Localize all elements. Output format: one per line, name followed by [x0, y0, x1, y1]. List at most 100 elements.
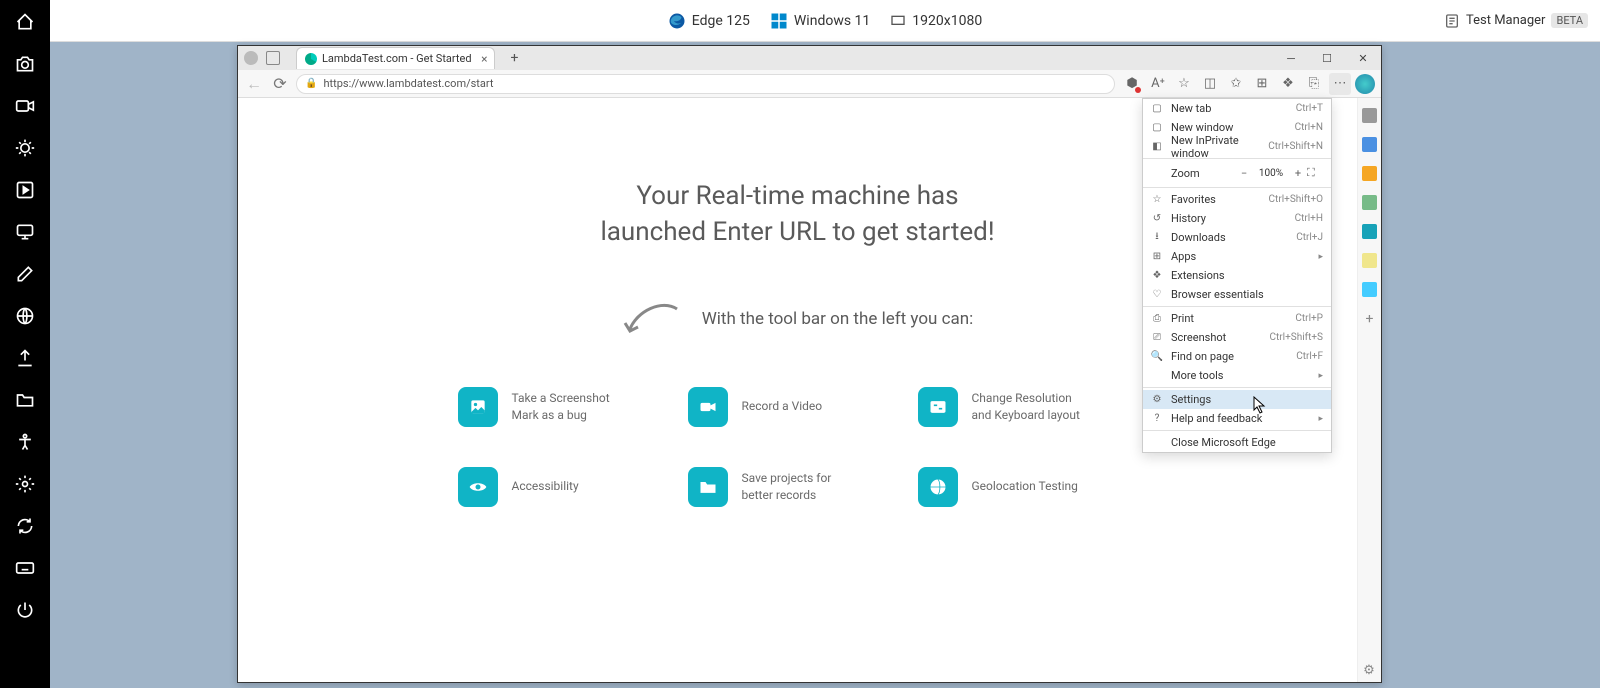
edge-sidebar: + — [1357, 98, 1381, 682]
feature-accessibility: Accessibility — [458, 467, 678, 507]
copilot-icon[interactable] — [1355, 74, 1375, 94]
edge-settings-menu: ▢New tabCtrl+T ▢New windowCtrl+N ◧New In… — [1142, 98, 1332, 453]
feature-save: Save projects forbetter records — [688, 467, 908, 507]
zoom-value: 100% — [1253, 168, 1289, 179]
gear-icon[interactable] — [13, 472, 37, 496]
home-icon[interactable] — [13, 10, 37, 34]
back-button[interactable]: ← — [244, 74, 264, 94]
menu-screenshot[interactable]: ⎚ScreenshotCtrl+Shift+S — [1143, 328, 1331, 347]
power-icon[interactable] — [13, 598, 37, 622]
menu-find[interactable]: 🔍Find on pageCtrl+F — [1143, 347, 1331, 366]
browser-titlebar: LambdaTest.com - Get Started × + ─ ☐ ✕ — [238, 46, 1381, 70]
curved-arrow-icon — [622, 301, 682, 337]
tab-favicon — [305, 53, 317, 65]
menu-print[interactable]: ⎙PrintCtrl+P — [1143, 309, 1331, 328]
feature-geolocation: Geolocation Testing — [918, 467, 1138, 507]
zoom-in-button[interactable]: + — [1289, 167, 1307, 180]
edge-icon — [668, 12, 686, 30]
wallet-icon[interactable]: ⬢ — [1121, 73, 1143, 95]
sidebar-people-icon[interactable] — [1362, 195, 1377, 210]
favorite-star-icon[interactable]: ☆ — [1173, 73, 1195, 95]
sidebar-settings-icon[interactable]: ⚙ — [1361, 662, 1377, 678]
remote-desktop: LambdaTest.com - Get Started × + ─ ☐ ✕ ←… — [50, 42, 1600, 688]
split-screen-icon[interactable]: ◫ — [1199, 73, 1221, 95]
window-minimize-button[interactable]: ─ — [1273, 46, 1309, 70]
tab-actions-icon[interactable] — [266, 51, 280, 65]
test-manager-icon — [1444, 13, 1460, 29]
zoom-out-button[interactable]: − — [1235, 167, 1253, 180]
browser-info: Edge 125 — [668, 12, 750, 30]
sidebar-search-icon[interactable] — [1362, 108, 1377, 123]
tab-title: LambdaTest.com - Get Started — [322, 52, 472, 65]
camera-icon[interactable] — [13, 52, 37, 76]
more-menu-button[interactable]: ⋯ — [1329, 73, 1351, 95]
sidebar-shopping-icon[interactable] — [1362, 137, 1377, 152]
favorites-icon[interactable]: ✩ — [1225, 73, 1247, 95]
globe-feature-icon — [918, 467, 958, 507]
new-tab-button[interactable]: + — [511, 50, 519, 66]
os-info: Windows 11 — [770, 12, 870, 30]
extensions-icon[interactable]: ❖ — [1277, 73, 1299, 95]
sidebar-tools-icon[interactable] — [1362, 166, 1377, 181]
link-icon[interactable]: ⎘ — [1303, 73, 1325, 95]
feature-resolution: Change Resolutionand Keyboard layout — [918, 387, 1138, 427]
bug-icon[interactable] — [13, 136, 37, 160]
zoom-label: Zoom — [1171, 167, 1235, 180]
resolution-feature-icon — [918, 387, 958, 427]
menu-settings[interactable]: ⚙Settings — [1143, 390, 1331, 409]
lock-icon: 🔒 — [305, 78, 317, 89]
menu-apps[interactable]: ⊞Apps▸ — [1143, 247, 1331, 266]
page-content: Your Real-time machine has launched Ente… — [238, 98, 1357, 682]
feature-record: Record a Video — [688, 387, 908, 427]
folder-icon[interactable] — [13, 388, 37, 412]
menu-new-tab[interactable]: ▢New tabCtrl+T — [1143, 99, 1331, 118]
menu-history[interactable]: ↺HistoryCtrl+H — [1143, 209, 1331, 228]
upload-icon[interactable] — [13, 346, 37, 370]
folder-feature-icon — [688, 467, 728, 507]
sidebar-add-icon[interactable]: + — [1362, 311, 1377, 326]
screen-share-icon[interactable] — [13, 220, 37, 244]
play-square-icon[interactable] — [13, 178, 37, 202]
menu-extensions[interactable]: ❖Extensions — [1143, 266, 1331, 285]
browser-name: Edge 125 — [692, 13, 750, 29]
read-aloud-icon[interactable]: A⁺ — [1147, 73, 1169, 95]
sidebar-games-icon[interactable] — [1362, 282, 1377, 297]
os-name: Windows 11 — [794, 13, 870, 29]
menu-downloads[interactable]: ⭳DownloadsCtrl+J — [1143, 228, 1331, 247]
accessibility-icon[interactable] — [13, 430, 37, 454]
edge-browser-window: LambdaTest.com - Get Started × + ─ ☐ ✕ ←… — [237, 45, 1382, 683]
menu-essentials[interactable]: ♡Browser essentials — [1143, 285, 1331, 304]
keyboard-icon[interactable] — [13, 556, 37, 580]
refresh-button[interactable]: ⟳ — [270, 74, 290, 94]
sync-icon[interactable] — [13, 514, 37, 538]
screenshot-feature-icon — [458, 387, 498, 427]
menu-close-edge[interactable]: Close Microsoft Edge — [1143, 433, 1331, 452]
url-text: https://www.lambdatest.com/start — [323, 77, 493, 90]
test-manager-link[interactable]: Test Manager — [1466, 13, 1545, 28]
browser-tab[interactable]: LambdaTest.com - Get Started × — [296, 47, 495, 69]
profile-icon[interactable] — [244, 51, 258, 65]
lambdatest-toolbar — [0, 0, 50, 688]
menu-more-tools[interactable]: More tools▸ — [1143, 366, 1331, 385]
window-maximize-button[interactable]: ☐ — [1309, 46, 1345, 70]
menu-zoom: Zoom − 100% + ⛶ — [1143, 161, 1331, 185]
session-info-bar: Edge 125 Windows 11 1920x1080 Test Manag… — [50, 0, 1600, 42]
video-icon[interactable] — [13, 94, 37, 118]
url-input[interactable]: 🔒 https://www.lambdatest.com/start — [296, 74, 1115, 94]
fullscreen-button[interactable]: ⛶ — [1307, 166, 1323, 180]
beta-badge: BETA — [1551, 13, 1588, 28]
windows-icon — [770, 12, 788, 30]
edit-icon[interactable] — [13, 262, 37, 286]
menu-favorites[interactable]: ☆FavoritesCtrl+Shift+O — [1143, 190, 1331, 209]
tab-close-icon[interactable]: × — [481, 52, 487, 66]
collections-icon[interactable]: ⊞ — [1251, 73, 1273, 95]
menu-help[interactable]: ?Help and feedback▸ — [1143, 409, 1331, 428]
address-bar: ← ⟳ 🔒 https://www.lambdatest.com/start ⬢… — [238, 70, 1381, 98]
globe-icon[interactable] — [13, 304, 37, 328]
sidebar-m365-icon[interactable] — [1362, 224, 1377, 239]
window-close-button[interactable]: ✕ — [1345, 46, 1381, 70]
feature-screenshot: Take a ScreenshotMark as a bug — [458, 387, 678, 427]
sidebar-outlook-icon[interactable] — [1362, 253, 1377, 268]
resolution-info: 1920x1080 — [890, 13, 982, 29]
menu-new-inprivate[interactable]: ◧New InPrivate windowCtrl+Shift+N — [1143, 137, 1331, 156]
